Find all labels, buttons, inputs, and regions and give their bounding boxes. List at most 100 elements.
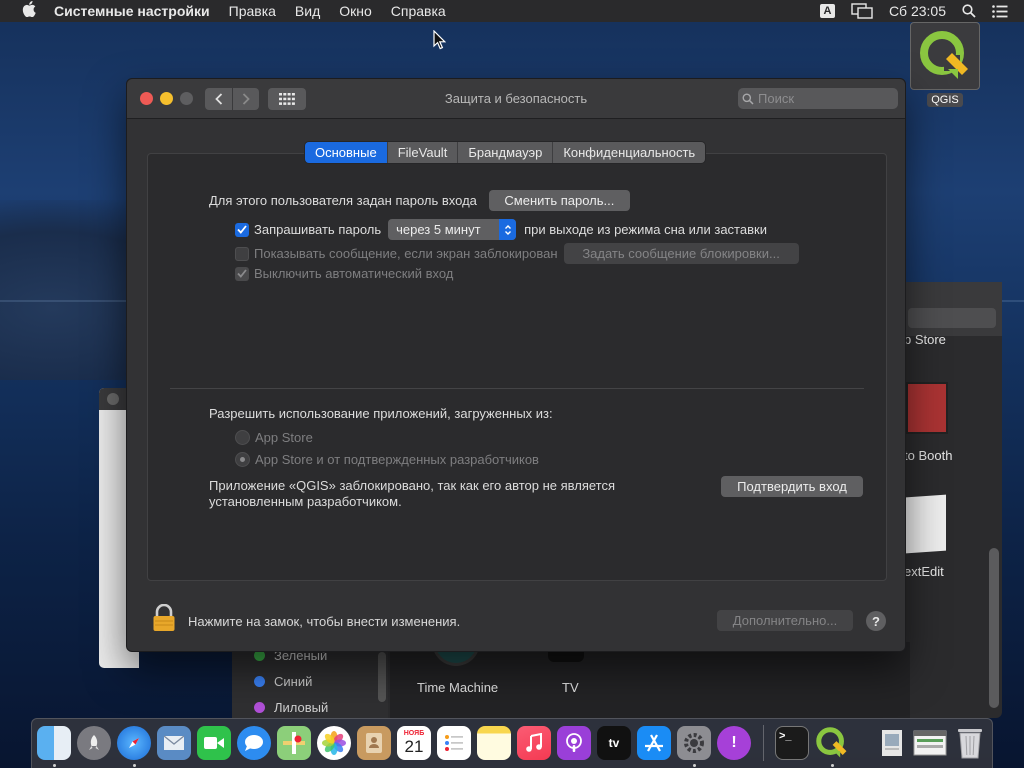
section-divider: [170, 388, 864, 389]
menu-app-name[interactable]: Системные настройки: [54, 3, 210, 19]
finder-icon[interactable]: [37, 726, 71, 760]
zoom-button[interactable]: [180, 92, 193, 105]
tab-bar: Основные FileVault Брандмауэр Конфиденци…: [305, 142, 706, 163]
sidebar-tag-blue[interactable]: Синий: [232, 668, 388, 694]
blocked-message-line-2: установленным разработчиком.: [209, 494, 402, 509]
advanced-button[interactable]: Дополнительно...: [717, 610, 853, 631]
tab-firewall[interactable]: Брандмауэр: [458, 142, 554, 163]
search-icon: [742, 93, 754, 105]
running-indicator: [693, 764, 696, 767]
radio-app-store[interactable]: [235, 430, 250, 445]
help-button[interactable]: ?: [866, 611, 886, 631]
launchpad-icon[interactable]: [77, 726, 111, 760]
search-input[interactable]: [758, 91, 878, 106]
disable-autologin-row: Выключить автоматический вход: [235, 266, 453, 281]
trash-icon[interactable]: [953, 726, 987, 760]
disable-autologin-checkbox[interactable]: [235, 266, 249, 281]
option-app-store-row: App Store: [235, 430, 313, 445]
menu-edit[interactable]: Правка: [229, 3, 276, 19]
running-indicator: [53, 764, 56, 767]
show-message-checkbox[interactable]: [235, 246, 249, 261]
show-message-row: Показывать сообщение, если экран заблоки…: [235, 243, 799, 264]
blocked-app-message: Приложение «QGIS» заблокировано, так как…: [209, 478, 615, 510]
notification-center-icon[interactable]: [992, 4, 1008, 18]
photo-booth-icon[interactable]: [906, 382, 948, 434]
preview-icon[interactable]: [875, 726, 909, 760]
podcasts-icon[interactable]: [557, 726, 591, 760]
allow-apps-heading: Разрешить использование приложений, загр…: [209, 406, 553, 421]
option-app-store-label: App Store: [255, 430, 313, 445]
facetime-icon[interactable]: [197, 726, 231, 760]
music-icon[interactable]: [517, 726, 551, 760]
password-delay-value: через 5 минут: [396, 222, 481, 237]
reminders-icon[interactable]: [437, 726, 471, 760]
running-indicator: [133, 764, 136, 767]
terminal-icon[interactable]: >_: [775, 726, 809, 760]
textedit-icon[interactable]: [906, 494, 946, 554]
password-delay-popup[interactable]: через 5 минут: [388, 219, 517, 240]
qgis-app-icon: [910, 22, 980, 90]
safari-icon[interactable]: [117, 726, 151, 760]
notes-icon[interactable]: [477, 726, 511, 760]
close-button[interactable]: [140, 92, 153, 105]
password-set-label: Для этого пользователя задан пароль вход…: [209, 193, 477, 208]
menu-bar: Системные настройки Правка Вид Окно Спра…: [0, 0, 1024, 22]
finder-app-grid: Time Machine TV: [390, 642, 910, 718]
photos-icon[interactable]: [317, 726, 351, 760]
chevron-right-icon: [242, 93, 250, 105]
confirm-login-button[interactable]: Подтвердить вход: [721, 476, 863, 497]
app-label-time-machine[interactable]: Time Machine: [417, 680, 498, 695]
lock-icon[interactable]: [152, 603, 176, 635]
finder-item-textedit[interactable]: extEdit: [904, 564, 944, 579]
set-lock-message-button[interactable]: Задать сообщение блокировки...: [563, 243, 799, 264]
purple-tag-icon: [254, 701, 265, 713]
show-message-label: Показывать сообщение, если экран заблоки…: [254, 246, 558, 261]
checkmark-icon: [237, 269, 247, 278]
apple-tv-icon[interactable]: tv: [597, 726, 631, 760]
downloads-stack-icon[interactable]: [913, 726, 947, 760]
input-source-label: A: [819, 4, 835, 18]
search-field[interactable]: [738, 88, 898, 109]
menu-clock[interactable]: Сб 23:05: [889, 3, 946, 19]
checkmark-icon: [237, 225, 247, 234]
require-password-checkbox[interactable]: [235, 222, 249, 237]
menu-view[interactable]: Вид: [295, 3, 320, 19]
sidebar-tag-purple[interactable]: Лиловый: [232, 694, 388, 720]
messages-icon[interactable]: [237, 726, 271, 760]
input-source-icon[interactable]: A: [819, 4, 835, 18]
desktop-qgis-item[interactable]: QGIS: [910, 22, 980, 107]
contacts-icon[interactable]: [357, 726, 391, 760]
maps-icon[interactable]: [277, 726, 311, 760]
apple-menu-icon[interactable]: [18, 1, 40, 21]
finder-item-app-store[interactable]: p Store: [904, 332, 946, 347]
menu-window[interactable]: Окно: [339, 3, 372, 19]
calendar-icon[interactable]: НОЯБ 21: [397, 726, 431, 760]
mouse-cursor-icon: [433, 30, 446, 50]
blocked-message-line-1: Приложение «QGIS» заблокировано, так как…: [209, 478, 616, 493]
app-store-icon[interactable]: [637, 726, 671, 760]
show-all-button[interactable]: [268, 88, 306, 110]
finder-search-field[interactable]: [908, 308, 996, 328]
sidebar-scrollbar[interactable]: [378, 652, 386, 702]
password-set-row: Для этого пользователя задан пароль вход…: [209, 190, 630, 211]
tab-general[interactable]: Основные: [305, 142, 388, 163]
tag-label: Лиловый: [274, 699, 329, 715]
display-mirroring-icon[interactable]: [851, 3, 873, 19]
system-preferences-icon[interactable]: [677, 726, 711, 760]
tab-privacy[interactable]: Конфиденциальность: [553, 142, 706, 163]
change-password-button[interactable]: Сменить пароль...: [488, 190, 630, 211]
forward-button[interactable]: [232, 88, 259, 110]
spotlight-search-icon[interactable]: [962, 4, 976, 18]
back-button[interactable]: [205, 88, 232, 110]
mail-icon[interactable]: [157, 726, 191, 760]
app-label-tv[interactable]: TV: [562, 680, 579, 695]
qgis-dock-icon[interactable]: [815, 726, 849, 760]
radio-app-store-devs[interactable]: [235, 452, 250, 467]
finder-scrollbar[interactable]: [989, 548, 999, 708]
finder-item-photo-booth[interactable]: to Booth: [904, 448, 952, 463]
tab-filevault[interactable]: FileVault: [387, 142, 459, 163]
finder-sidebar: Зеленый Синий Лиловый: [232, 642, 388, 718]
feedback-assistant-icon[interactable]: !: [717, 726, 751, 760]
minimize-button[interactable]: [160, 92, 173, 105]
menu-help[interactable]: Справка: [391, 3, 446, 19]
